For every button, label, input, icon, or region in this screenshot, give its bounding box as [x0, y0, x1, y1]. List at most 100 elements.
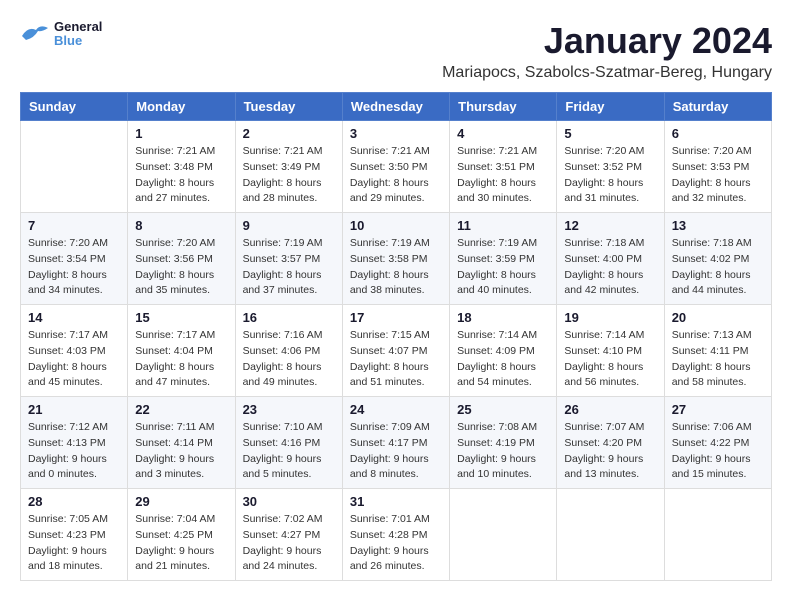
cell-31: 31 Sunrise: 7:01 AMSunset: 4:28 PMDayligh… — [342, 489, 449, 581]
cell-8: 8 Sunrise: 7:20 AMSunset: 3:56 PMDaylight… — [128, 213, 235, 305]
day-info: Sunrise: 7:20 AMSunset: 3:54 PMDaylight:… — [28, 236, 120, 299]
day-info: Sunrise: 7:20 AMSunset: 3:56 PMDaylight:… — [135, 236, 227, 299]
week-row-2: 7 Sunrise: 7:20 AMSunset: 3:54 PMDaylight… — [21, 213, 772, 305]
day-number: 18 — [457, 310, 549, 325]
day-info: Sunrise: 7:13 AMSunset: 4:11 PMDaylight:… — [672, 328, 764, 391]
cell-15: 15 Sunrise: 7:17 AMSunset: 4:04 PMDayligh… — [128, 305, 235, 397]
col-friday: Friday — [557, 93, 664, 121]
cell-20: 20 Sunrise: 7:13 AMSunset: 4:11 PMDayligh… — [664, 305, 771, 397]
cell-9: 9 Sunrise: 7:19 AMSunset: 3:57 PMDaylight… — [235, 213, 342, 305]
day-info: Sunrise: 7:10 AMSunset: 4:16 PMDaylight:… — [243, 420, 335, 483]
cell-3: 3 Sunrise: 7:21 AMSunset: 3:50 PMDaylight… — [342, 121, 449, 213]
week-row-5: 28 Sunrise: 7:05 AMSunset: 4:23 PMDayligh… — [21, 489, 772, 581]
day-info: Sunrise: 7:19 AMSunset: 3:57 PMDaylight:… — [243, 236, 335, 299]
cell-7: 7 Sunrise: 7:20 AMSunset: 3:54 PMDaylight… — [21, 213, 128, 305]
cell-24: 24 Sunrise: 7:09 AMSunset: 4:17 PMDayligh… — [342, 397, 449, 489]
cell-26: 26 Sunrise: 7:07 AMSunset: 4:20 PMDayligh… — [557, 397, 664, 489]
day-number: 7 — [28, 218, 120, 233]
day-info: Sunrise: 7:21 AMSunset: 3:51 PMDaylight:… — [457, 144, 549, 207]
day-info: Sunrise: 7:20 AMSunset: 3:53 PMDaylight:… — [672, 144, 764, 207]
col-wednesday: Wednesday — [342, 93, 449, 121]
day-number: 9 — [243, 218, 335, 233]
day-number: 8 — [135, 218, 227, 233]
col-sunday: Sunday — [21, 93, 128, 121]
cell-25: 25Sunrise: 7:08 AMSunset: 4:19 PMDayligh… — [450, 397, 557, 489]
month-title: January 2024 — [442, 20, 772, 62]
cell-10: 10 Sunrise: 7:19 AMSunset: 3:58 PMDayligh… — [342, 213, 449, 305]
day-info: Sunrise: 7:15 AMSunset: 4:07 PMDaylight:… — [350, 328, 442, 391]
page-header: General Blue January 2024 Mariapocs, Sza… — [20, 20, 772, 82]
calendar-table: Sunday Monday Tuesday Wednesday Thursday… — [20, 92, 772, 581]
day-info: Sunrise: 7:16 AMSunset: 4:06 PMDaylight:… — [243, 328, 335, 391]
day-info: Sunrise: 7:06 AMSunset: 4:22 PMDaylight:… — [672, 420, 764, 483]
day-number: 25 — [457, 402, 549, 417]
cell-30: 30 Sunrise: 7:02 AMSunset: 4:27 PMDayligh… — [235, 489, 342, 581]
cell-empty — [21, 121, 128, 213]
cell-4: 4Sunrise: 7:21 AMSunset: 3:51 PMDaylight… — [450, 121, 557, 213]
day-number: 29 — [135, 494, 227, 509]
cell-14: 14 Sunrise: 7:17 AMSunset: 4:03 PMDayligh… — [21, 305, 128, 397]
day-number: 3 — [350, 126, 442, 141]
day-number: 31 — [350, 494, 442, 509]
day-number: 10 — [350, 218, 442, 233]
day-number: 1 — [135, 126, 227, 141]
day-number: 11 — [457, 218, 549, 233]
day-number: 28 — [28, 494, 120, 509]
cell-5: 5 Sunrise: 7:20 AMSunset: 3:52 PMDaylight… — [557, 121, 664, 213]
day-number: 26 — [564, 402, 656, 417]
col-monday: Monday — [128, 93, 235, 121]
cell-empty — [557, 489, 664, 581]
day-number: 30 — [243, 494, 335, 509]
day-number: 6 — [672, 126, 764, 141]
day-info: Sunrise: 7:21 AMSunset: 3:50 PMDaylight:… — [350, 144, 442, 207]
logo-text: General Blue — [54, 20, 102, 49]
day-info: Sunrise: 7:02 AMSunset: 4:27 PMDaylight:… — [243, 512, 335, 575]
cell-empty — [664, 489, 771, 581]
week-row-1: 1Sunrise: 7:21 AMSunset: 3:48 PMDaylight… — [21, 121, 772, 213]
col-saturday: Saturday — [664, 93, 771, 121]
day-number: 14 — [28, 310, 120, 325]
cell-16: 16 Sunrise: 7:16 AMSunset: 4:06 PMDayligh… — [235, 305, 342, 397]
cell-21: 21 Sunrise: 7:12 AMSunset: 4:13 PMDayligh… — [21, 397, 128, 489]
day-number: 24 — [350, 402, 442, 417]
day-number: 23 — [243, 402, 335, 417]
day-number: 27 — [672, 402, 764, 417]
day-info: Sunrise: 7:09 AMSunset: 4:17 PMDaylight:… — [350, 420, 442, 483]
cell-13: 13 Sunrise: 7:18 AMSunset: 4:02 PMDayligh… — [664, 213, 771, 305]
cell-17: 17Sunrise: 7:15 AMSunset: 4:07 PMDayligh… — [342, 305, 449, 397]
day-info: Sunrise: 7:12 AMSunset: 4:13 PMDaylight:… — [28, 420, 120, 483]
day-number: 19 — [564, 310, 656, 325]
day-number: 5 — [564, 126, 656, 141]
day-number: 12 — [564, 218, 656, 233]
cell-11: 11Sunrise: 7:19 AMSunset: 3:59 PMDayligh… — [450, 213, 557, 305]
cell-29: 29Sunrise: 7:04 AMSunset: 4:25 PMDayligh… — [128, 489, 235, 581]
day-info: Sunrise: 7:17 AMSunset: 4:04 PMDaylight:… — [135, 328, 227, 391]
day-number: 13 — [672, 218, 764, 233]
calendar-header-row: Sunday Monday Tuesday Wednesday Thursday… — [21, 93, 772, 121]
day-info: Sunrise: 7:05 AMSunset: 4:23 PMDaylight:… — [28, 512, 120, 575]
day-info: Sunrise: 7:19 AMSunset: 3:58 PMDaylight:… — [350, 236, 442, 299]
day-number: 21 — [28, 402, 120, 417]
logo-icon — [20, 22, 50, 46]
cell-empty — [450, 489, 557, 581]
day-info: Sunrise: 7:07 AMSunset: 4:20 PMDaylight:… — [564, 420, 656, 483]
week-row-4: 21 Sunrise: 7:12 AMSunset: 4:13 PMDayligh… — [21, 397, 772, 489]
day-info: Sunrise: 7:20 AMSunset: 3:52 PMDaylight:… — [564, 144, 656, 207]
cell-23: 23 Sunrise: 7:10 AMSunset: 4:16 PMDayligh… — [235, 397, 342, 489]
day-info: Sunrise: 7:18 AMSunset: 4:02 PMDaylight:… — [672, 236, 764, 299]
col-tuesday: Tuesday — [235, 93, 342, 121]
day-number: 2 — [243, 126, 335, 141]
day-info: Sunrise: 7:01 AMSunset: 4:28 PMDaylight:… — [350, 512, 442, 575]
day-number: 15 — [135, 310, 227, 325]
cell-18: 18Sunrise: 7:14 AMSunset: 4:09 PMDayligh… — [450, 305, 557, 397]
cell-27: 27 Sunrise: 7:06 AMSunset: 4:22 PMDayligh… — [664, 397, 771, 489]
day-number: 16 — [243, 310, 335, 325]
cell-22: 22Sunrise: 7:11 AMSunset: 4:14 PMDayligh… — [128, 397, 235, 489]
cell-28: 28 Sunrise: 7:05 AMSunset: 4:23 PMDayligh… — [21, 489, 128, 581]
day-info: Sunrise: 7:17 AMSunset: 4:03 PMDaylight:… — [28, 328, 120, 391]
day-info: Sunrise: 7:11 AMSunset: 4:14 PMDaylight:… — [135, 420, 227, 483]
col-thursday: Thursday — [450, 93, 557, 121]
cell-6: 6 Sunrise: 7:20 AMSunset: 3:53 PMDaylight… — [664, 121, 771, 213]
day-number: 20 — [672, 310, 764, 325]
week-row-3: 14 Sunrise: 7:17 AMSunset: 4:03 PMDayligh… — [21, 305, 772, 397]
